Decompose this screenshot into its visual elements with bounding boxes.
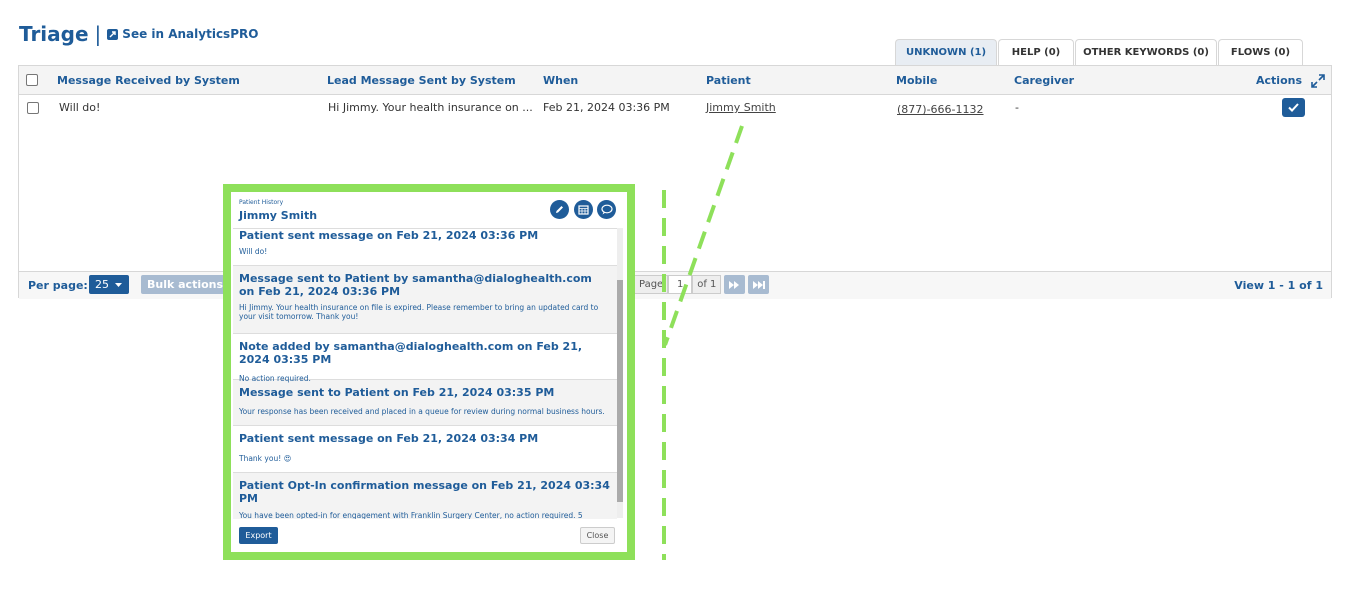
title-separator: | — [94, 22, 102, 46]
expand-icon[interactable] — [1311, 73, 1325, 92]
list-item: Note added by samantha@dialoghealth.com … — [233, 334, 617, 383]
bulk-actions-label: Bulk actions — [147, 278, 224, 291]
entry-title: Message sent to Patient on Feb 21, 2024 … — [239, 386, 555, 399]
history-scrollbar[interactable] — [617, 228, 623, 518]
list-item: Patient sent message on Feb 21, 2024 03:… — [233, 426, 617, 473]
scroll-thumb[interactable] — [617, 280, 623, 502]
mobile-link[interactable]: (877)-666-1132 — [897, 103, 984, 116]
col-when[interactable]: When — [543, 74, 578, 87]
per-page-label: Per page: — [28, 279, 88, 292]
table-footer: Per page: 25 Bulk actions Page 1 of 1 Vi… — [19, 271, 1331, 299]
row-checkbox[interactable] — [27, 102, 39, 114]
tab-flows[interactable]: FLOWS (0) — [1218, 39, 1303, 65]
entry-title: Message sent to Patient by samantha@dial… — [239, 272, 592, 298]
message-button[interactable] — [597, 200, 616, 219]
view-count: View 1 - 1 of 1 — [1234, 279, 1323, 292]
edit-button[interactable] — [550, 200, 569, 219]
schedule-button[interactable] — [574, 200, 593, 219]
col-actions: Actions — [1256, 74, 1302, 87]
modal-content: Patient History Jimmy Smith Patient sent… — [231, 192, 627, 552]
col-mobile[interactable]: Mobile — [896, 74, 937, 87]
entry-body: Your response has been received and plac… — [239, 407, 605, 416]
chat-bubble-icon — [600, 204, 613, 215]
tab-other-keywords[interactable]: OTHER KEYWORDS (0) — [1075, 39, 1217, 65]
tab-unknown[interactable]: UNKNOWN (1) — [895, 39, 997, 65]
col-patient[interactable]: Patient — [706, 74, 751, 87]
modal-patient-name: Jimmy Smith — [239, 209, 318, 222]
entry-body: Hi Jimmy. Your health insurance on file … — [239, 303, 599, 321]
last-page-icon — [752, 280, 765, 289]
patient-link[interactable]: Jimmy Smith — [706, 101, 776, 114]
cell-received: Will do! — [59, 101, 101, 114]
page-header: Triage | See in AnalyticsPRO — [19, 22, 258, 46]
calendar-icon — [578, 205, 589, 215]
per-page-select[interactable]: 25 — [89, 275, 129, 294]
triage-table: Message Received by System Lead Message … — [18, 65, 1332, 299]
next-icon — [729, 280, 740, 289]
table-header: Message Received by System Lead Message … — [19, 66, 1331, 95]
resolve-button[interactable] — [1282, 98, 1305, 117]
pencil-icon — [556, 206, 563, 213]
last-page-button[interactable] — [748, 275, 770, 294]
history-list[interactable]: Patient sent message on Feb 21, 2024 03:… — [233, 228, 617, 519]
entry-title: Patient sent message on Feb 21, 2024 03:… — [239, 432, 539, 445]
analytics-link[interactable]: See in AnalyticsPRO — [122, 27, 258, 41]
bulk-actions-button[interactable]: Bulk actions — [141, 275, 231, 294]
entry-title: Note added by samantha@dialoghealth.com … — [239, 340, 583, 366]
close-button[interactable]: Close — [580, 527, 615, 544]
tab-help[interactable]: HELP (0) — [998, 39, 1074, 65]
triage-tabs: UNKNOWN (1) HELP (0) OTHER KEYWORDS (0) … — [895, 39, 1304, 65]
checkmark-icon — [1288, 103, 1299, 112]
pagination: Page 1 of 1 — [634, 275, 770, 294]
per-page-value: 25 — [95, 278, 109, 291]
entry-title: Patient sent message on Feb 21, 2024 03:… — [239, 229, 539, 242]
table-row[interactable]: Will do! Hi Jimmy. Your health insurance… — [19, 94, 1331, 122]
list-item: Message sent to Patient by samantha@dial… — [233, 266, 617, 334]
list-item: Patient Opt-In confirmation message on F… — [233, 473, 617, 519]
select-all-checkbox[interactable] — [26, 74, 38, 86]
page-title: Triage — [19, 22, 89, 46]
patient-history-modal: Patient History Jimmy Smith Patient sent… — [223, 184, 635, 560]
entry-body: Thank you! 😍 — [239, 454, 292, 463]
page-input[interactable]: 1 — [668, 275, 693, 294]
entry-title: Patient Opt-In confirmation message on F… — [239, 479, 610, 505]
col-caregiver[interactable]: Caregiver — [1014, 74, 1074, 87]
page-label: Page — [634, 275, 669, 294]
caret-down-icon — [115, 282, 122, 287]
entry-body: Will do! — [239, 247, 268, 256]
export-button[interactable]: Export — [239, 527, 278, 544]
cell-caregiver: - — [1015, 101, 1019, 114]
col-received[interactable]: Message Received by System — [57, 74, 240, 87]
list-item: Patient sent message on Feb 21, 2024 03:… — [233, 229, 617, 266]
col-lead[interactable]: Lead Message Sent by System — [327, 74, 516, 87]
cell-lead: Hi Jimmy. Your health insurance on ... — [328, 101, 533, 114]
list-item: Message sent to Patient on Feb 21, 2024 … — [233, 380, 617, 426]
next-page-button[interactable] — [724, 275, 746, 294]
page-of-label: of 1 — [692, 275, 722, 294]
cell-when: Feb 21, 2024 03:36 PM — [543, 101, 670, 114]
entry-body: You have been opted-in for engagement wi… — [239, 511, 583, 519]
external-link-icon[interactable] — [107, 28, 119, 40]
modal-subtitle: Patient History — [239, 199, 284, 206]
